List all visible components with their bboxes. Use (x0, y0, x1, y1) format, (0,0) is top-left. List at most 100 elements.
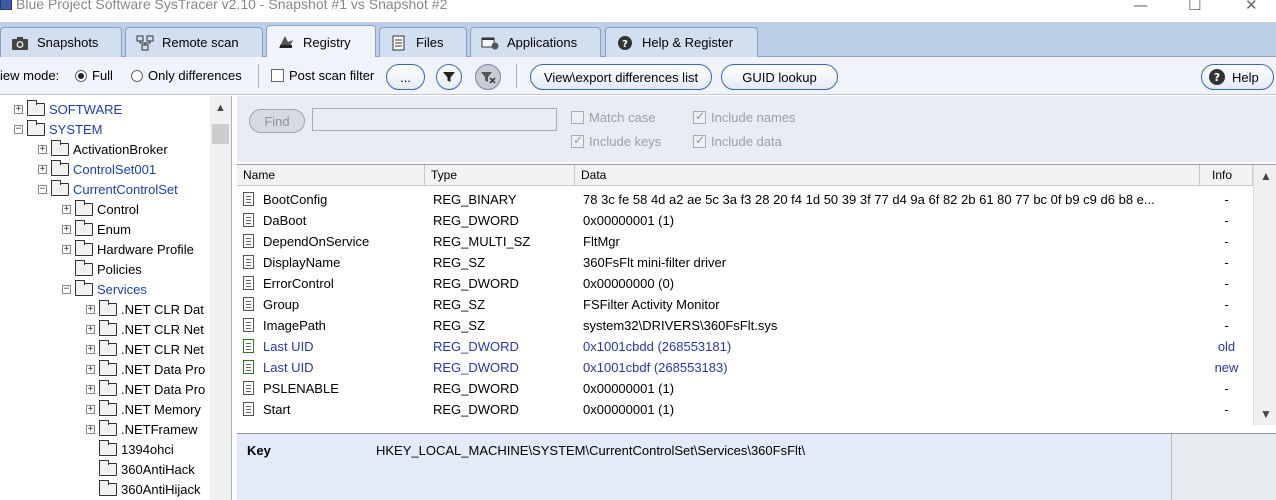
view-export-differences-button[interactable]: View\export differences list (530, 64, 712, 90)
help-icon: ? (1209, 69, 1225, 85)
view-mode-label: iew mode: (0, 68, 60, 83)
tree-item-service[interactable]: 360AntiHijack (86, 479, 201, 499)
expand-icon[interactable]: + (14, 104, 23, 114)
tree-item-hardware-profile[interactable]: + Hardware Profile (62, 239, 194, 259)
tree-item-service[interactable]: 360AntiHack (86, 459, 195, 479)
tree-line (86, 445, 95, 454)
folder-icon (99, 299, 117, 316)
tree-item-service[interactable]: + .NETFramew (86, 419, 198, 439)
cell-type: REG_DWORD (433, 402, 519, 417)
table-row[interactable]: Last UID REG_DWORD 0x1001cbdd (268553181) o… (237, 336, 1253, 357)
tab-help-register[interactable]: ? Help & Register (605, 27, 758, 57)
folder-icon (27, 119, 45, 136)
tree-item-policies[interactable]: Policies (62, 259, 142, 279)
match-case-checkbox[interactable]: Match case (571, 110, 655, 125)
table-row[interactable]: ImagePath REG_SZ system32\DRIVERS\360FsFlt… (237, 315, 1253, 336)
table-row[interactable]: DependOnService REG_MULTI_SZ FltMgr - (237, 231, 1253, 252)
tab-snapshots[interactable]: Snapshots (0, 27, 122, 57)
tree-item-service[interactable]: + .NET CLR Net (86, 339, 204, 359)
table-row[interactable]: Start REG_DWORD 0x00000001 (1) - (237, 399, 1253, 420)
minimize-button[interactable]: — (1133, 0, 1148, 14)
table-row[interactable]: BootConfig REG_BINARY 78 3c fe 58 4d a2 ae… (237, 189, 1253, 210)
folder-icon (99, 359, 117, 376)
registry-value-icon (243, 255, 254, 269)
view-mode-full-radio[interactable]: Full (75, 68, 113, 83)
find-button[interactable]: Find (249, 109, 305, 133)
collapse-icon[interactable]: − (38, 184, 47, 194)
tree-item-service[interactable]: 1394ohci (86, 439, 174, 459)
tab-files[interactable]: Files (379, 27, 467, 57)
help-button[interactable]: ? Help (1201, 64, 1274, 90)
column-header-info[interactable]: Info (1200, 165, 1253, 186)
tree-item-service[interactable]: + .NET Data Pro (86, 379, 205, 399)
expand-icon[interactable]: + (62, 224, 71, 234)
find-input[interactable] (312, 108, 557, 131)
expand-icon[interactable]: + (62, 204, 71, 214)
tab-registry[interactable]: Registry (266, 25, 376, 58)
close-button[interactable]: ✕ (1245, 0, 1258, 14)
table-scrollbar[interactable]: ▲ ▼ (1253, 165, 1276, 425)
expand-icon[interactable]: + (38, 164, 47, 174)
include-data-checkbox[interactable]: Include data (693, 133, 782, 149)
post-scan-filter-checkbox[interactable]: Post scan filter (271, 68, 374, 83)
table-row[interactable]: DaBoot REG_DWORD 0x00000001 (1) - (237, 210, 1253, 231)
registry-tree[interactable]: + SOFTWARE − SYSTEM + ActivationBroker + Con… (0, 96, 232, 500)
tree-item-service[interactable]: + .NET Data Pro (86, 359, 205, 379)
folder-icon (99, 339, 117, 356)
scroll-up-icon[interactable]: ▲ (215, 102, 226, 114)
filter-button[interactable] (436, 64, 462, 90)
cell-name: Last UID (263, 339, 314, 354)
post-scan-filter-label: Post scan filter (289, 68, 375, 83)
collapse-icon[interactable]: − (62, 284, 71, 294)
expand-icon[interactable]: + (86, 324, 95, 334)
filter-options-button[interactable]: ... (386, 64, 425, 90)
collapse-icon[interactable]: − (14, 124, 23, 134)
tree-item-service[interactable]: + .NET CLR Net (86, 319, 204, 339)
expand-icon[interactable]: + (86, 424, 95, 434)
expand-icon[interactable]: + (86, 404, 95, 414)
scroll-up-icon[interactable]: ▲ (1260, 169, 1272, 183)
tree-scrollbar[interactable]: ▲ (210, 96, 231, 500)
table-row[interactable]: PSLENABLE REG_DWORD 0x00000001 (1) - (237, 378, 1253, 399)
tree-item-service[interactable]: + .NET Memory (86, 399, 201, 419)
folder-icon (99, 479, 117, 496)
expand-icon[interactable]: + (62, 244, 71, 254)
expand-icon[interactable]: + (86, 344, 95, 354)
scroll-thumb[interactable] (212, 124, 229, 144)
guid-lookup-button[interactable]: GUID lookup (721, 64, 838, 90)
scroll-down-icon[interactable]: ▼ (1260, 407, 1272, 421)
cell-info: - (1224, 318, 1229, 333)
cell-type: REG_DWORD (433, 360, 519, 375)
include-keys-checkbox[interactable]: Include keys (571, 133, 661, 149)
tree-item-control[interactable]: + Control (62, 199, 139, 219)
column-header-name[interactable]: Name (237, 165, 425, 186)
table-row[interactable]: Group REG_SZ FSFilter Activity Monitor - (237, 294, 1253, 315)
folder-icon (99, 439, 117, 456)
tree-item-enum[interactable]: + Enum (62, 219, 131, 239)
maximize-button[interactable]: ☐ (1188, 0, 1201, 14)
tree-item-system[interactable]: − SYSTEM (14, 119, 102, 139)
tree-item-software[interactable]: + SOFTWARE (14, 99, 122, 119)
expand-icon[interactable]: + (86, 384, 95, 394)
folder-icon (75, 259, 93, 276)
column-header-type[interactable]: Type (425, 165, 575, 186)
expand-icon[interactable]: + (86, 304, 95, 314)
tab-remote-scan[interactable]: Remote scan (125, 27, 263, 57)
clear-filter-button[interactable] (475, 64, 501, 90)
tree-item-services[interactable]: − Services (62, 279, 147, 299)
tree-item-currentcontrolset[interactable]: − CurrentControlSet (38, 179, 178, 199)
cell-type: REG_DWORD (433, 276, 519, 291)
tree-item-activationbroker[interactable]: + ActivationBroker (38, 139, 168, 159)
table-row[interactable]: ErrorControl REG_DWORD 0x00000000 (0) - (237, 273, 1253, 294)
expand-icon[interactable]: + (38, 144, 47, 154)
table-row[interactable]: Last UID REG_DWORD 0x1001cbdf (268553183) n… (237, 357, 1253, 378)
tab-applications[interactable]: Applications (470, 27, 601, 57)
view-mode-only-differences-radio[interactable]: Only differences (131, 68, 242, 83)
expand-icon[interactable]: + (86, 364, 95, 374)
column-header-data[interactable]: Data (575, 165, 1200, 186)
table-row[interactable]: DisplayName REG_SZ 360FsFlt mini-filter dr… (237, 252, 1253, 273)
include-names-checkbox[interactable]: Include names (693, 109, 796, 125)
toolbar-separator (258, 64, 259, 88)
tree-item-service[interactable]: + .NET CLR Dat (86, 299, 204, 319)
tree-item-controlset001[interactable]: + ControlSet001 (38, 159, 156, 179)
